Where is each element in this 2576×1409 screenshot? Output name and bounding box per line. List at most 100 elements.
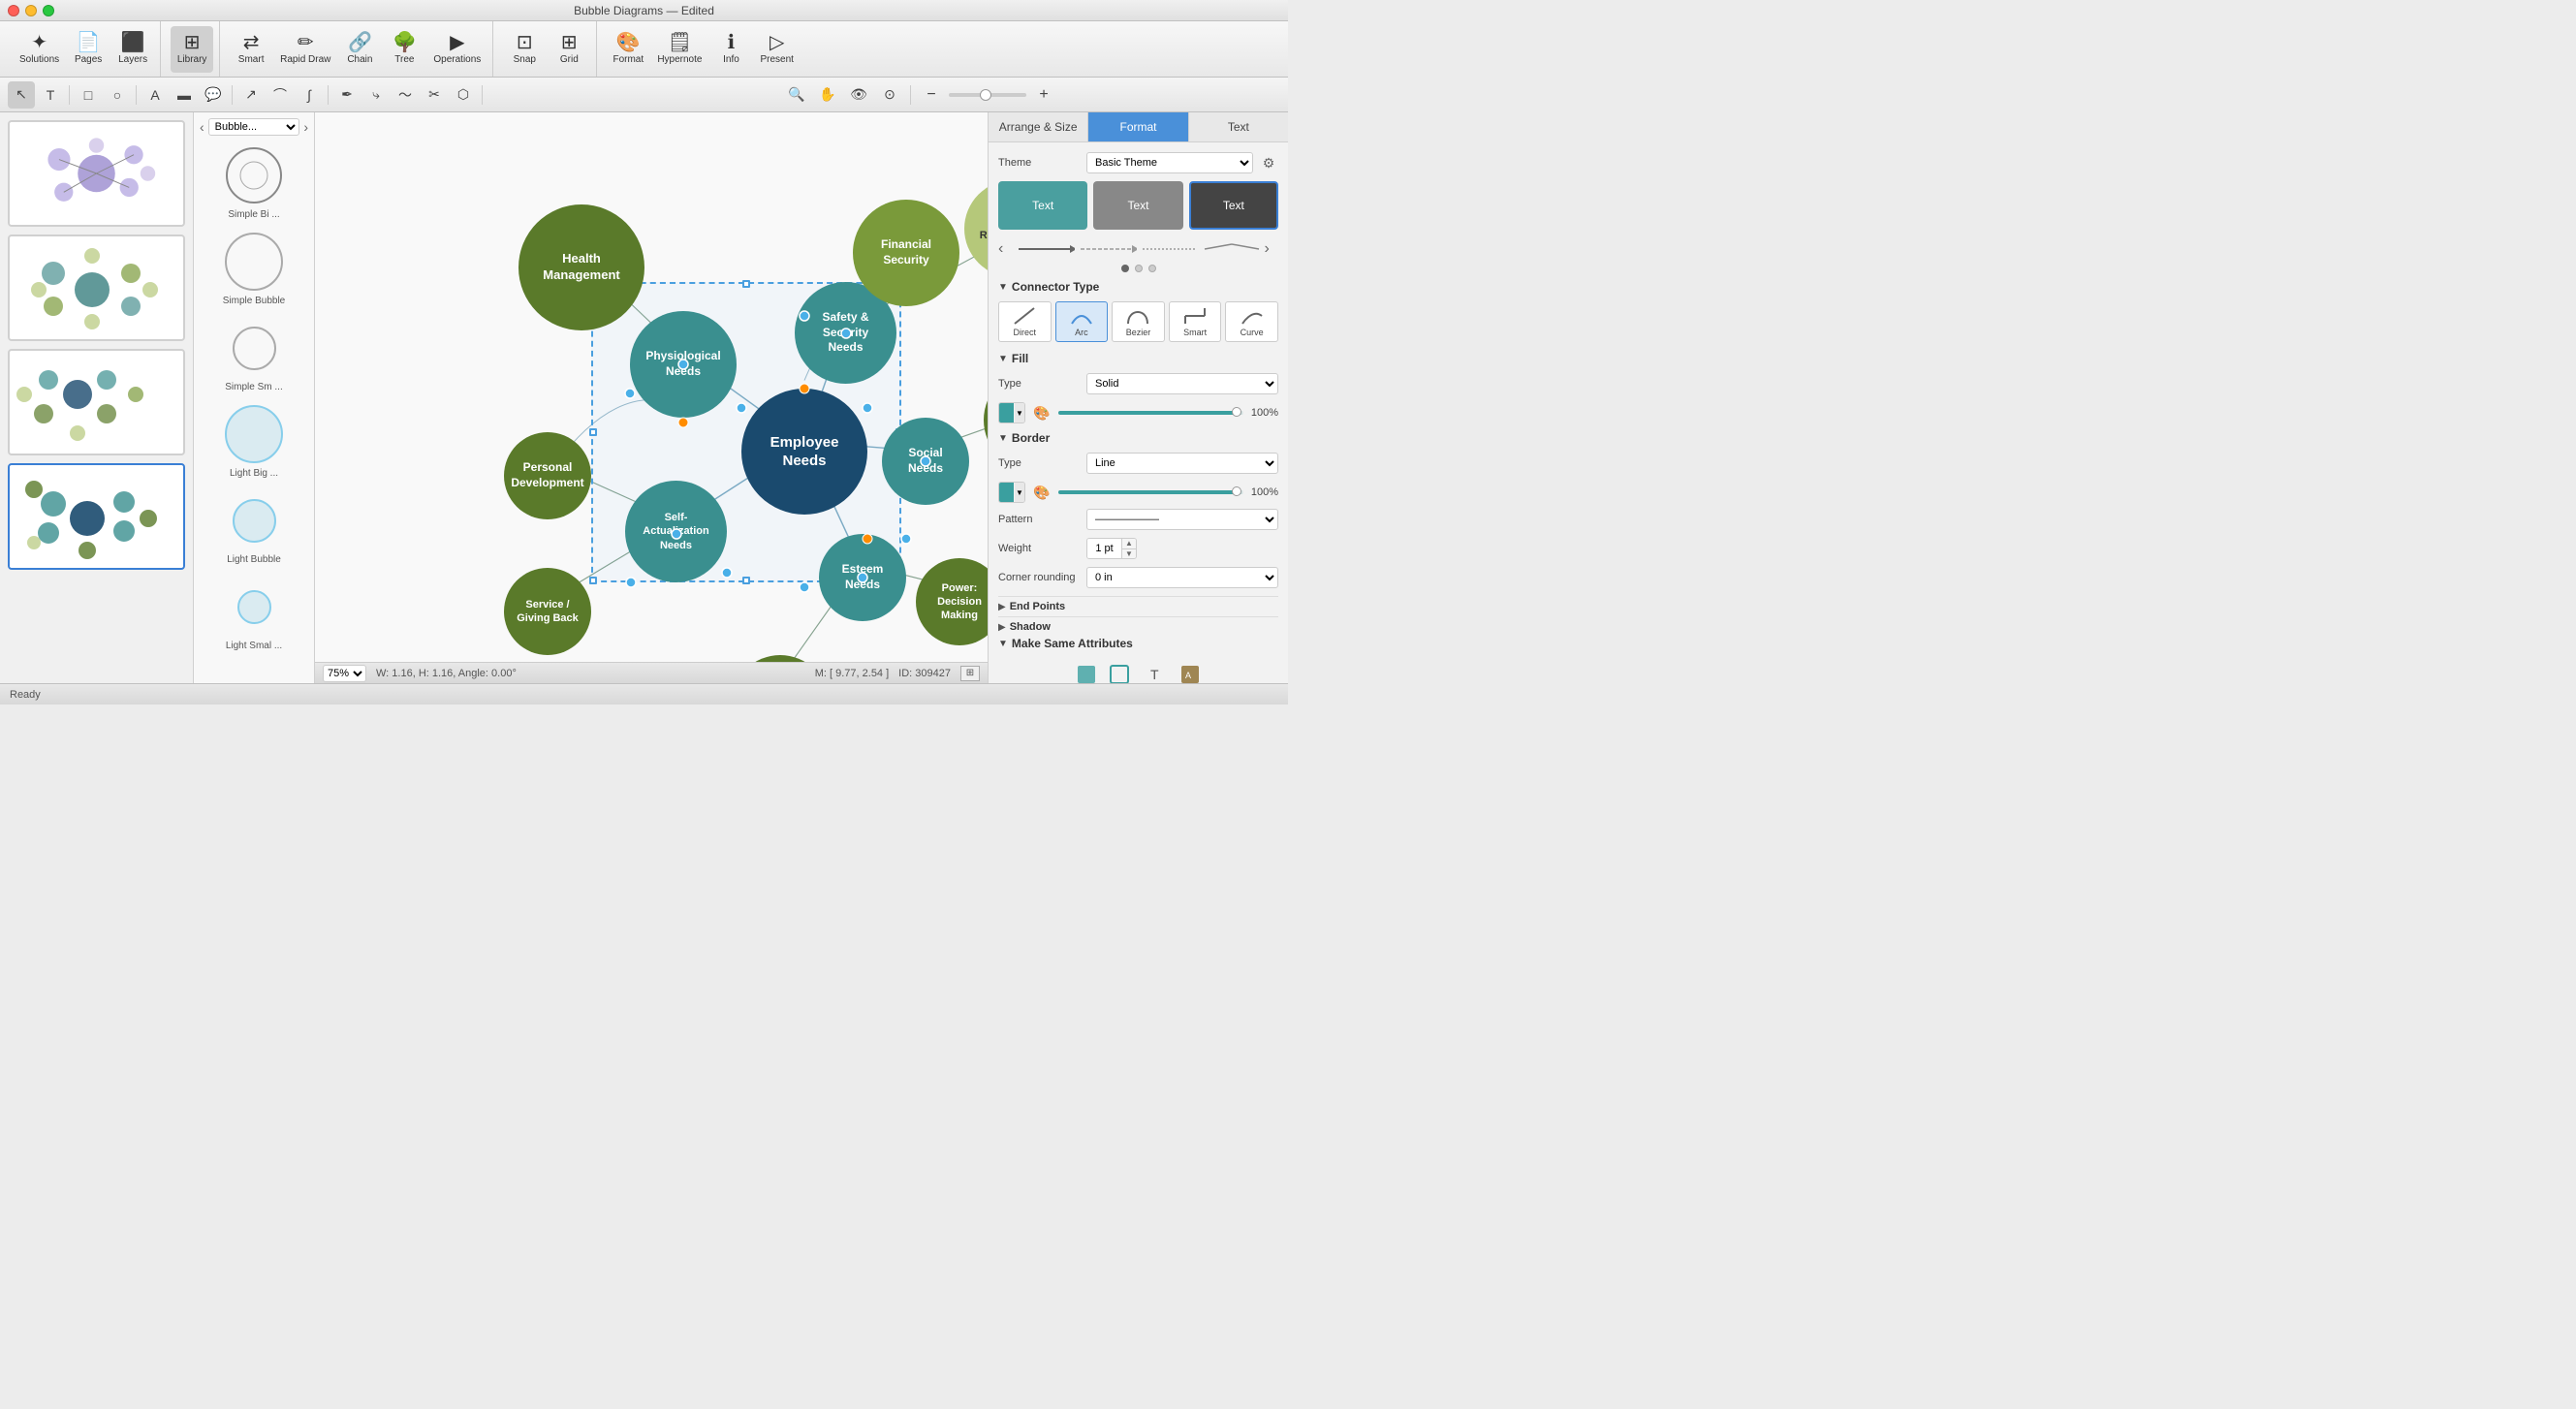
shape-item-light-bubble[interactable]: Light Bubble (200, 486, 308, 565)
border-opacity-thumb[interactable] (1232, 486, 1241, 496)
fill-color-arrow[interactable]: ▼ (1015, 403, 1024, 423)
format-button[interactable]: 🎨 Format (607, 26, 649, 73)
theme-style-3[interactable]: Text (1189, 181, 1278, 230)
eyedrop-tool[interactable]: 👁 (845, 81, 872, 109)
shape-item-light-small[interactable]: Light Smal ... (200, 573, 308, 651)
bubble-power-decision[interactable]: Power: Decision Making (916, 558, 988, 645)
fill-opacity-slider[interactable] (1058, 411, 1243, 415)
make-same-border-btn[interactable]: Border (1105, 664, 1134, 683)
library-button[interactable]: ⊞ Library (171, 26, 213, 73)
carousel-prev[interactable]: ‹ (998, 240, 1013, 258)
text-box-tool[interactable]: A (141, 81, 169, 109)
border-pattern-select[interactable]: —————— (1086, 509, 1278, 530)
operations-button[interactable]: ▶ Operations (427, 26, 487, 73)
theme-select[interactable]: Basic Theme (1086, 152, 1253, 173)
connector-type-header[interactable]: ▼ Connector Type (998, 280, 1278, 294)
bubble-interpersonal[interactable]: Interpersonal Relationships (984, 369, 988, 471)
info-button[interactable]: ℹ Info (709, 26, 752, 73)
bubble-financial-security[interactable]: Financial Security (853, 200, 959, 306)
bubble-income-replacement[interactable]: Income Replacement (964, 180, 988, 277)
carousel-dot-3[interactable] (1148, 265, 1156, 272)
text-tool[interactable]: T (37, 81, 64, 109)
text-frame-tool[interactable]: ▬ (171, 81, 198, 109)
bubble-employee-needs[interactable]: Employee Needs (741, 389, 867, 515)
shape-item-simple-bubble[interactable]: Simple Bubble (200, 228, 308, 306)
endpoints-header[interactable]: ▶ End Points (998, 596, 1278, 616)
maximize-button[interactable] (43, 5, 54, 16)
lib-prev[interactable]: ‹ (200, 119, 204, 135)
spline-tool[interactable]: 〜 (392, 81, 419, 109)
select-tool[interactable]: ↖ (8, 81, 35, 109)
bezier-tool[interactable]: ∫ (296, 81, 323, 109)
edit-tool[interactable]: ✂ (421, 81, 448, 109)
page-thumb-4[interactable] (8, 463, 185, 570)
border-color-picker-icon[interactable]: 🎨 (1031, 482, 1052, 503)
grid-button[interactable]: ⊞ Grid (548, 26, 590, 73)
lib-select[interactable]: Bubble... (208, 118, 300, 136)
shape-item-light-big[interactable]: Light Big ... (200, 400, 308, 479)
tab-arrange[interactable]: Arrange & Size (989, 112, 1088, 141)
sel-handle-tm[interactable] (742, 280, 750, 288)
border-weight-down[interactable]: ▼ (1122, 549, 1136, 559)
pages-button[interactable]: 📄 Pages (67, 26, 110, 73)
fill-opacity-thumb[interactable] (1232, 407, 1241, 417)
hypernote-button[interactable]: 🗒 Hypernote (651, 26, 707, 73)
bubble-physiological[interactable]: Physiological Needs (630, 311, 737, 418)
smart-button[interactable]: ⇄ Smart (230, 26, 272, 73)
arc-tool[interactable]: ⌒ (267, 81, 294, 109)
zoom-plus-button[interactable]: + (1030, 81, 1057, 109)
bubble-selfactualization[interactable]: Self- Actualization Needs (625, 481, 727, 582)
conn-type-arc[interactable]: Arc (1055, 301, 1109, 342)
zoom-select[interactable]: 75% (323, 665, 366, 682)
border-weight-stepper[interactable]: ▲ ▼ (1086, 538, 1137, 559)
bubble-social[interactable]: Social Needs (882, 418, 969, 505)
tree-button[interactable]: 🌳 Tree (383, 26, 425, 73)
shape-item-simple-bi[interactable]: Simple Bi ... (200, 141, 308, 220)
make-same-all-btn[interactable]: A All (1179, 664, 1201, 683)
dropper-tool[interactable]: ⊙ (876, 81, 903, 109)
make-same-text-format-btn[interactable]: T Text Format (1142, 664, 1173, 683)
sel-handle-bm[interactable] (742, 577, 750, 584)
border-type-select[interactable]: Line (1086, 453, 1278, 474)
lib-next[interactable]: › (303, 119, 308, 135)
fill-section-header[interactable]: ▼ Fill (998, 352, 1278, 365)
page-thumb-3[interactable] (8, 349, 185, 455)
bubble-service-giving-back[interactable]: Service / Giving Back (504, 568, 591, 655)
callout-tool[interactable]: 💬 (200, 81, 227, 109)
make-same-fill-btn[interactable]: Fill (1076, 664, 1097, 683)
canvas-extra-btn[interactable]: ⊞ (960, 666, 980, 681)
close-button[interactable] (8, 5, 19, 16)
make-same-header[interactable]: ▼ Make Same Attributes (998, 637, 1278, 650)
border-section-header[interactable]: ▼ Border (998, 431, 1278, 445)
shadow-header[interactable]: ▶ Shadow (998, 616, 1278, 637)
border-weight-up[interactable]: ▲ (1122, 539, 1136, 549)
present-button[interactable]: ▷ Present (754, 26, 799, 73)
bubble-health-management[interactable]: Health Management (518, 204, 644, 330)
ellipse-tool[interactable]: ○ (104, 81, 131, 109)
border-color-arrow[interactable]: ▼ (1015, 483, 1024, 502)
sel-handle-ml[interactable] (589, 428, 597, 436)
rectangle-tool[interactable]: □ (75, 81, 102, 109)
carousel-next[interactable]: › (1265, 240, 1279, 258)
zoom-out-icon[interactable]: 🔍 (783, 81, 810, 109)
shape-item-simple-sm[interactable]: Simple Sm ... (200, 314, 308, 392)
theme-style-2[interactable]: Text (1093, 181, 1182, 230)
page-thumb-2[interactable] (8, 235, 185, 341)
border-opacity-slider[interactable] (1058, 490, 1243, 494)
corner-rounding-select[interactable]: 0 in (1086, 567, 1278, 588)
conn-type-smart[interactable]: Smart (1169, 301, 1222, 342)
border-weight-input[interactable] (1087, 539, 1121, 558)
snap-button[interactable]: ⊡ Snap (503, 26, 546, 73)
zoom-thumb[interactable] (980, 89, 991, 101)
brush-tool[interactable]: ⬡ (450, 81, 477, 109)
solutions-button[interactable]: ✦ Solutions (14, 26, 65, 73)
layers-button[interactable]: ⬛ Layers (111, 26, 154, 73)
connector-tool[interactable]: ⤷ (362, 81, 390, 109)
fill-color-picker-icon[interactable]: 🎨 (1031, 402, 1052, 423)
line-tool[interactable]: ↗ (237, 81, 265, 109)
tab-text[interactable]: Text (1189, 112, 1288, 141)
sel-handle-bl[interactable] (589, 577, 597, 584)
zoom-minus-button[interactable]: − (918, 81, 945, 109)
minimize-button[interactable] (25, 5, 37, 16)
chain-button[interactable]: 🔗 Chain (338, 26, 381, 73)
